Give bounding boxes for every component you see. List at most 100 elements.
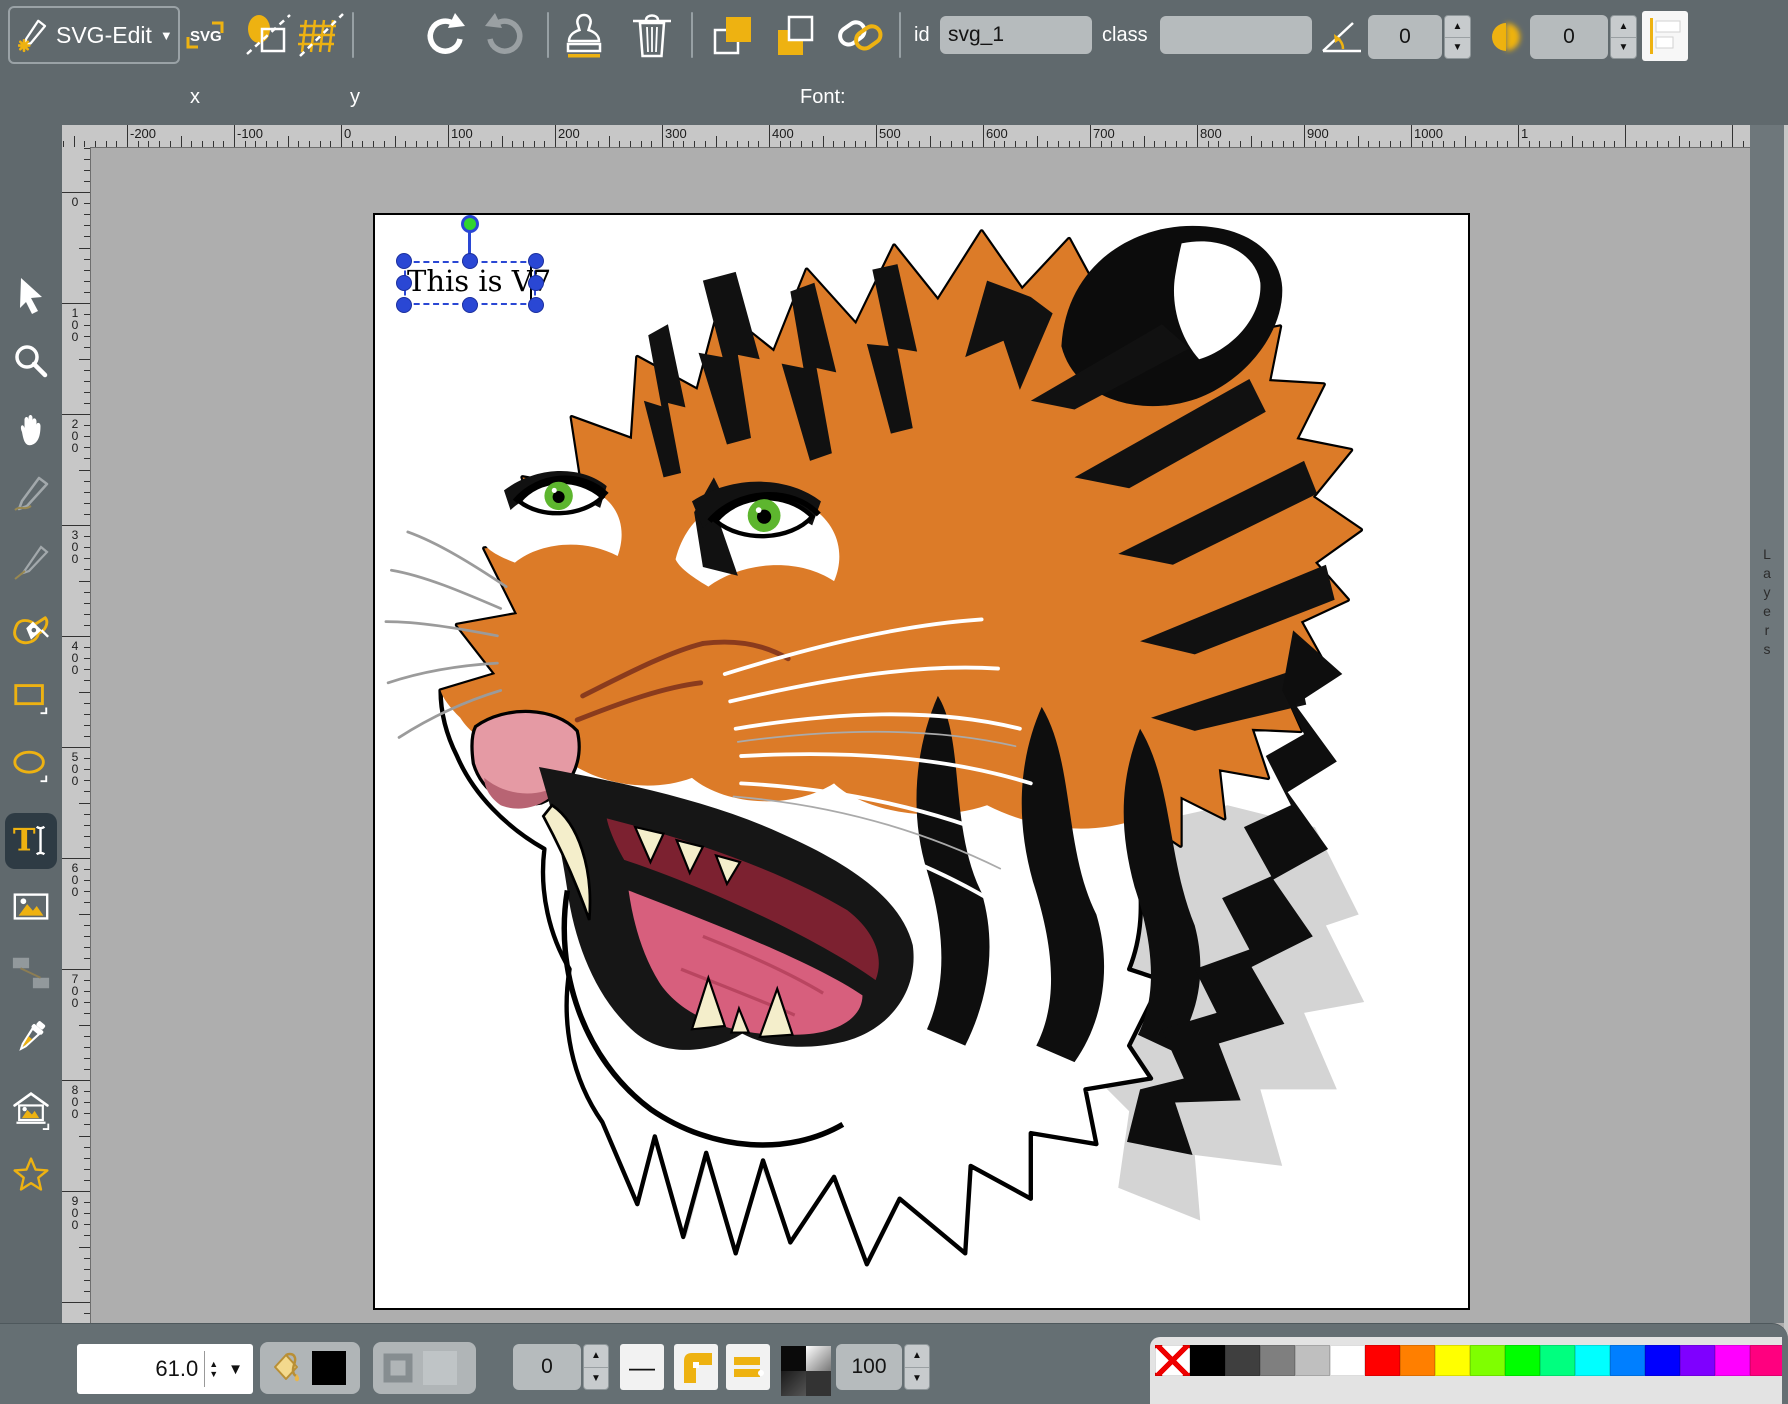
selection-handle-se[interactable] (528, 297, 544, 313)
stroke-width-stepper[interactable]: ▲▼ (583, 1344, 609, 1390)
eyedropper-tool[interactable] (11, 1017, 51, 1057)
palette-swatch[interactable] (1190, 1345, 1225, 1376)
tiger-artwork[interactable] (375, 215, 1468, 1308)
drawing-workspace[interactable]: -200-10001002003004005006007008009001000… (62, 125, 1750, 1323)
selection-handle-w[interactable] (396, 275, 412, 291)
ruler-label: 1 (1521, 126, 1528, 141)
palette-swatch[interactable] (1505, 1345, 1540, 1376)
ruler-tick (1422, 141, 1423, 147)
ruler-label: 8 0 0 (67, 1084, 83, 1120)
element-id-input[interactable] (940, 16, 1092, 54)
stroke-color-swatch[interactable] (423, 1351, 457, 1385)
select-tool[interactable] (11, 275, 51, 315)
ruler-tick (1379, 141, 1380, 147)
selection-handle-s[interactable] (462, 297, 478, 313)
palette-swatch[interactable] (1680, 1345, 1715, 1376)
opacity-stepper[interactable]: ▲▼ (904, 1344, 930, 1390)
connector-tool[interactable] (11, 953, 51, 993)
hyperlink-button[interactable] (836, 11, 884, 59)
palette-swatch[interactable] (1470, 1345, 1505, 1376)
rectangle-tool[interactable] (11, 677, 51, 717)
logo-label: SVG-Edit (56, 22, 152, 49)
document-properties-button[interactable] (244, 11, 294, 59)
ruler-tick (95, 141, 96, 147)
palette-swatch[interactable] (1540, 1345, 1575, 1376)
main-menu-button[interactable]: SVG-Edit ▼ (8, 6, 180, 64)
stroke-color-control[interactable] (373, 1342, 476, 1394)
align-button[interactable] (1642, 11, 1688, 61)
palette-swatch[interactable] (1575, 1345, 1610, 1376)
ruler-tick (1261, 141, 1262, 147)
palette-swatch[interactable] (1715, 1345, 1750, 1376)
path-tool[interactable] (11, 613, 51, 653)
redo-button[interactable] (482, 11, 530, 59)
selection-handle-e[interactable] (528, 275, 544, 291)
opacity-input[interactable] (836, 1344, 902, 1390)
move-to-front-button[interactable] (709, 11, 757, 59)
document-properties-icon (244, 12, 294, 58)
ellipse-tool[interactable] (11, 745, 51, 785)
zoom-tool[interactable] (11, 342, 51, 382)
text-tool[interactable]: T (11, 821, 51, 861)
palette-swatch[interactable] (1225, 1345, 1260, 1376)
star-tool[interactable] (11, 1155, 51, 1195)
editor-preferences-button[interactable] (296, 11, 346, 59)
element-class-input[interactable] (1160, 16, 1312, 54)
selection-handle-nw[interactable] (396, 253, 412, 269)
palette-swatch[interactable] (1260, 1345, 1295, 1376)
pan-tool[interactable] (11, 410, 51, 450)
selection-handle-n[interactable] (462, 253, 478, 269)
edit-source-button[interactable]: SVG (183, 13, 227, 57)
stroke-linecap-button[interactable] (726, 1344, 770, 1390)
blur-stepper[interactable]: ▲▼ (1610, 15, 1637, 59)
palette-swatch[interactable] (1400, 1345, 1435, 1376)
angle-stepper[interactable]: ▲▼ (1444, 15, 1471, 59)
ruler-tick (245, 141, 246, 147)
zoom-stepper[interactable]: ▲▼ (204, 1351, 222, 1387)
palette-swatch[interactable] (1645, 1345, 1680, 1376)
svg-text:T: T (13, 823, 36, 859)
vertical-scrollbar[interactable] (1784, 125, 1788, 1404)
stroke-linejoin-button[interactable] (674, 1344, 718, 1390)
shape-library-tool[interactable] (11, 1090, 51, 1130)
palette-swatch[interactable] (1155, 1345, 1190, 1376)
fill-color-swatch[interactable] (312, 1351, 346, 1385)
ruler-tick (84, 181, 90, 182)
undo-button[interactable] (420, 11, 468, 59)
pencil-tool[interactable] (11, 475, 51, 515)
layers-panel-toggle[interactable]: L a y e r s (1750, 125, 1784, 1323)
ruler-tick (908, 141, 909, 147)
move-to-back-button[interactable] (772, 11, 820, 59)
blur-input[interactable] (1530, 15, 1608, 59)
ruler-tick (983, 125, 984, 147)
line-tool[interactable] (11, 543, 51, 583)
palette-swatch[interactable] (1365, 1345, 1400, 1376)
palette-swatch[interactable] (1435, 1345, 1470, 1376)
stroke-dash-button[interactable]: — (620, 1344, 664, 1390)
ruler-tick (352, 141, 353, 147)
palette-swatch[interactable] (1610, 1345, 1645, 1376)
clone-button[interactable] (560, 11, 608, 59)
fill-color-control[interactable] (260, 1342, 360, 1394)
opacity-gradient-button[interactable] (781, 1346, 831, 1396)
ruler-tick (1251, 136, 1252, 147)
palette-swatch[interactable] (1750, 1345, 1782, 1376)
ruler-tick (84, 936, 90, 937)
zoom-dropdown-caret-icon[interactable]: ▼ (222, 1361, 253, 1378)
menu-caret-icon: ▼ (160, 28, 173, 43)
angle-input[interactable] (1368, 15, 1442, 59)
ruler-tick (1475, 141, 1476, 147)
image-tool[interactable] (11, 887, 51, 927)
palette-swatch[interactable] (1295, 1345, 1330, 1376)
selection-handle-sw[interactable] (396, 297, 412, 313)
stroke-width-input[interactable] (513, 1344, 581, 1390)
delete-button[interactable] (628, 11, 676, 59)
ruler-tick (84, 625, 90, 626)
ruler-tick (84, 880, 90, 881)
ruler-tick (1058, 141, 1059, 147)
palette-swatch[interactable] (1330, 1345, 1365, 1376)
zoom-control[interactable]: 61.0 ▲▼ ▼ (77, 1344, 253, 1394)
rotate-handle[interactable] (461, 215, 479, 233)
selection-handle-ne[interactable] (528, 253, 544, 269)
svg-canvas[interactable] (373, 213, 1470, 1310)
